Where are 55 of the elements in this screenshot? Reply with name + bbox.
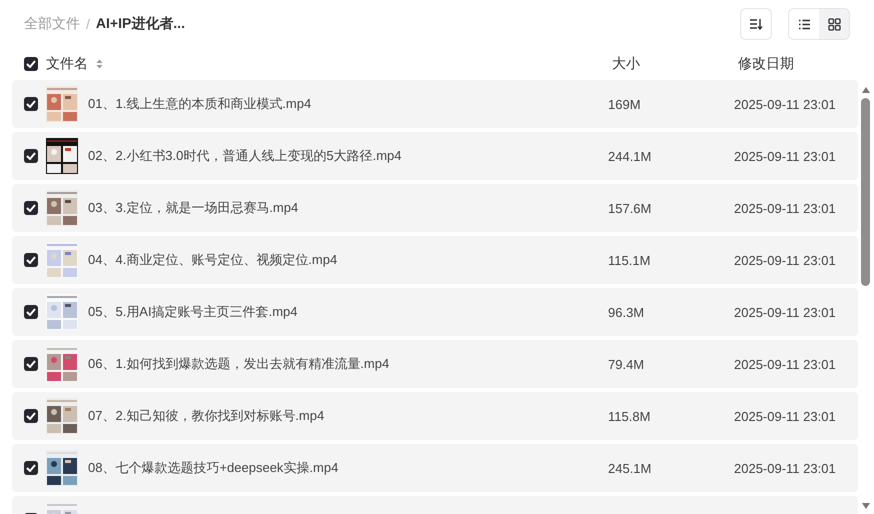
file-size: 115.1M [608, 252, 652, 268]
file-name: 02、2.小红书3.0时代，普通人线上变现的5大路径.mp4 [88, 147, 403, 165]
breadcrumb-link[interactable]: AI+IP进化者... [96, 15, 185, 33]
modified-date: 2025-09-11 23:01 [734, 304, 837, 320]
list-view-button[interactable] [789, 9, 819, 39]
modified-date: 2025-09-11 23:01 [734, 252, 837, 268]
file-size: 157.6M [608, 200, 652, 216]
file-size: 115.8M [608, 408, 652, 424]
file-size: 79.4M [608, 356, 646, 372]
grid-icon [828, 18, 840, 30]
modified-date: 2025-09-11 23:01 [734, 200, 837, 216]
modified-date: 2025-09-11 23:01 [734, 460, 837, 476]
file-name: 05、5.用AI搞定账号主页三件套.mp4 [88, 303, 298, 321]
file-size: 169M [608, 96, 642, 112]
scroll-down-icon[interactable] [861, 502, 871, 510]
sort-icon [749, 18, 763, 30]
file-size: 96.3M [608, 304, 646, 320]
file-name: 03、3.定位，就是一场田忌赛马.mp4 [88, 199, 300, 217]
row-checkbox[interactable] [24, 305, 38, 319]
file-row[interactable]: 07、2.知己知彼，教你找到对标账号.mp4 115.8M 2025-09-11 23:01 [12, 392, 858, 440]
file-row[interactable]: 04、4.商业定位、账号定位、视频定位.mp4 115.1M 2025-09-11 23:01 [12, 236, 858, 284]
file-row[interactable]: 02、2.小红书3.0时代，普通人线上变现的5大路径.mp4 244.1M 2025-09-11 23:01 [12, 132, 858, 180]
file-size: 244.1M [608, 148, 652, 164]
sort-button[interactable] [740, 8, 772, 40]
row-checkbox[interactable] [24, 409, 38, 423]
file-name: 06、1.如何找到爆款选题，发出去就有精准流量.mp4 [88, 355, 390, 373]
row-checkbox[interactable] [24, 253, 38, 267]
file-name: 01、1.线上生意的本质和商业模式.mp4 [88, 95, 312, 113]
row-checkbox[interactable] [24, 357, 38, 371]
modified-date: 2025-09-11 23:01 [734, 148, 837, 164]
size-column-header: 大小 [612, 55, 641, 73]
file-row[interactable]: 01、1.线上生意的本质和商业模式.mp4 169M 2025-09-11 23:01 [12, 80, 858, 128]
file-row[interactable]: 08、七个爆款选题技巧+deepseek实操.mp4 245.1M 2025-09-11 23:01 [12, 444, 858, 492]
modified-date: 2025-09-11 23:01 [734, 96, 837, 112]
scroll-up-icon[interactable] [861, 86, 871, 94]
select-all-checkbox[interactable] [24, 57, 38, 71]
file-row[interactable]: 06、1.如何找到爆款选题，发出去就有精准流量.mp4 79.4M 2025-09-11 23:01 [12, 340, 858, 388]
file-name: 07、2.知己知彼，教你找到对标账号.mp4 [88, 407, 326, 425]
row-checkbox[interactable] [24, 149, 38, 163]
row-checkbox[interactable] [24, 97, 38, 111]
file-row[interactable]: 03、3.定位，就是一场田忌赛马.mp4 157.6M 2025-09-11 23:01 [12, 184, 858, 232]
modified-date: 2025-09-11 23:01 [734, 408, 837, 424]
sort-arrows-icon[interactable] [96, 59, 103, 69]
date-column-header: 修改日期 [738, 55, 795, 73]
name-column-header[interactable]: 文件名 [46, 55, 88, 73]
list-icon [798, 18, 810, 30]
file-size: 245.1M [608, 460, 652, 476]
scrollbar-thumb[interactable] [861, 98, 870, 286]
file-name: 08、七个爆款选题技巧+deepseek实操.mp4 [88, 459, 340, 477]
row-checkbox[interactable] [24, 461, 38, 475]
modified-date: 2025-09-11 23:01 [734, 356, 837, 372]
row-checkbox[interactable] [24, 201, 38, 215]
file-row[interactable]: 05、5.用AI搞定账号主页三件套.mp4 96.3M 2025-09-11 23:01 [12, 288, 858, 336]
breadcrumb-separator: / [86, 16, 90, 32]
file-name: 04、4.商业定位、账号定位、视频定位.mp4 [88, 251, 338, 269]
